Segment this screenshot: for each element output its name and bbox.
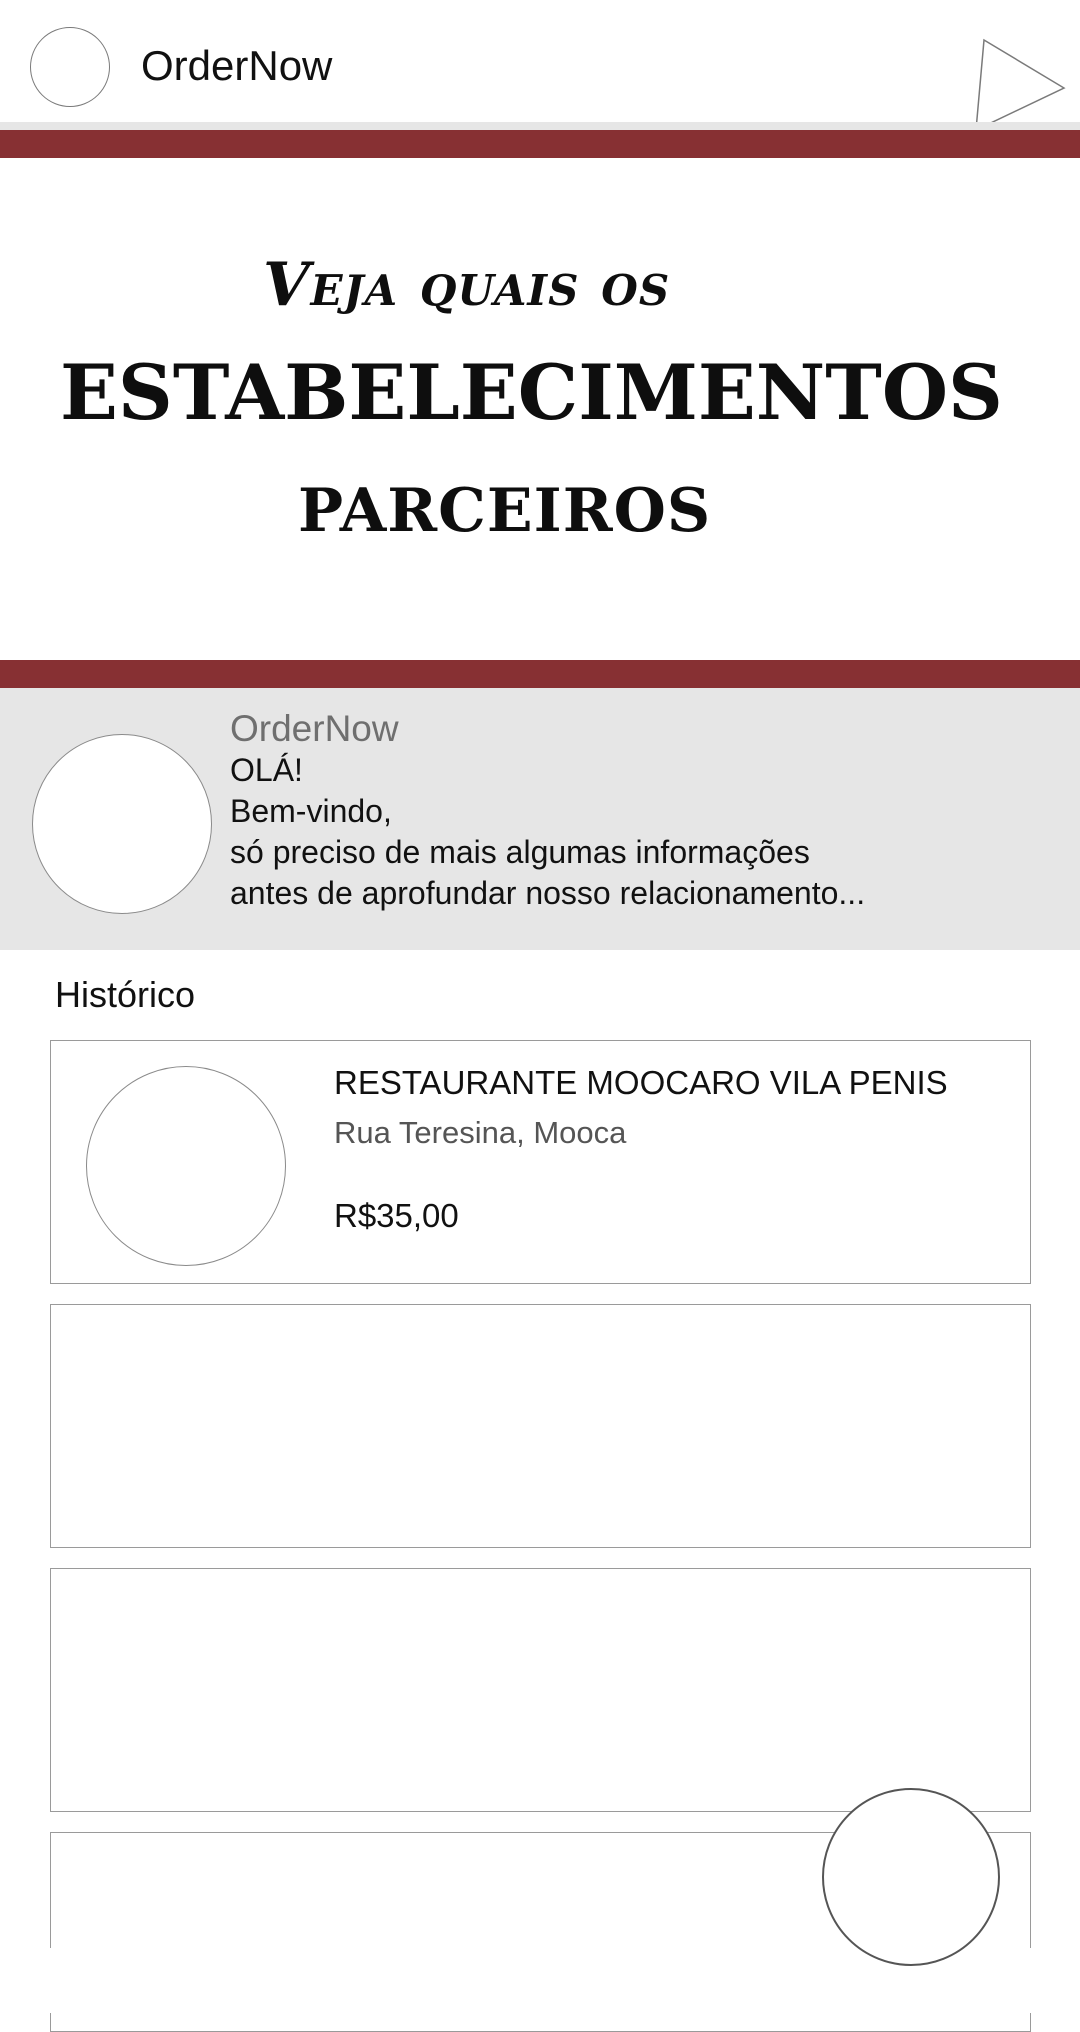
history-card-empty[interactable] (50, 1304, 1031, 1548)
accent-band-bottom (0, 660, 1080, 688)
hero-banner: Veja quais os ESTABELECIMENTOS PARCEIROS (0, 158, 1080, 660)
history-card[interactable]: RESTAURANTE MOOCARO VILA PENIS Rua Teres… (50, 1040, 1031, 1284)
hero-line-1: Veja quais os (263, 250, 671, 320)
play-icon[interactable] (972, 38, 1068, 134)
accent-band-top (0, 130, 1080, 158)
welcome-line: só preciso de mais algumas informações (230, 834, 810, 870)
history-card-empty[interactable] (50, 1568, 1031, 1812)
app-title: OrderNow (141, 42, 333, 89)
hero-line-3: PARCEIROS (298, 476, 712, 546)
welcome-line: antes de aprofundar nosso relacionamento… (230, 875, 866, 911)
welcome-line: OLÁ! (230, 752, 303, 788)
history-title: Histórico (55, 974, 196, 1015)
welcome-sender: OrderNow (230, 708, 399, 749)
hero-line-2: ESTABELECIMENTOS (60, 348, 1003, 437)
welcome-message-panel: OrderNow OLÁ! Bem-vindo, só preciso de m… (0, 688, 1080, 950)
floating-action-button[interactable] (822, 1788, 1000, 1966)
restaurant-name: RESTAURANTE MOOCARO VILA PENIS (334, 1064, 948, 1101)
top-app-bar: OrderNow (0, 0, 1080, 132)
profile-avatar[interactable] (30, 27, 110, 107)
restaurant-image (86, 1066, 286, 1266)
top-bar-divider (0, 122, 1080, 130)
welcome-line: Bem-vindo, (230, 793, 392, 829)
restaurant-address: Rua Teresina, Mooca (334, 1115, 627, 1150)
welcome-text: OLÁ! Bem-vindo, só preciso de mais algum… (230, 750, 1070, 914)
assistant-avatar (32, 734, 212, 914)
order-price: R$35,00 (334, 1197, 459, 1234)
